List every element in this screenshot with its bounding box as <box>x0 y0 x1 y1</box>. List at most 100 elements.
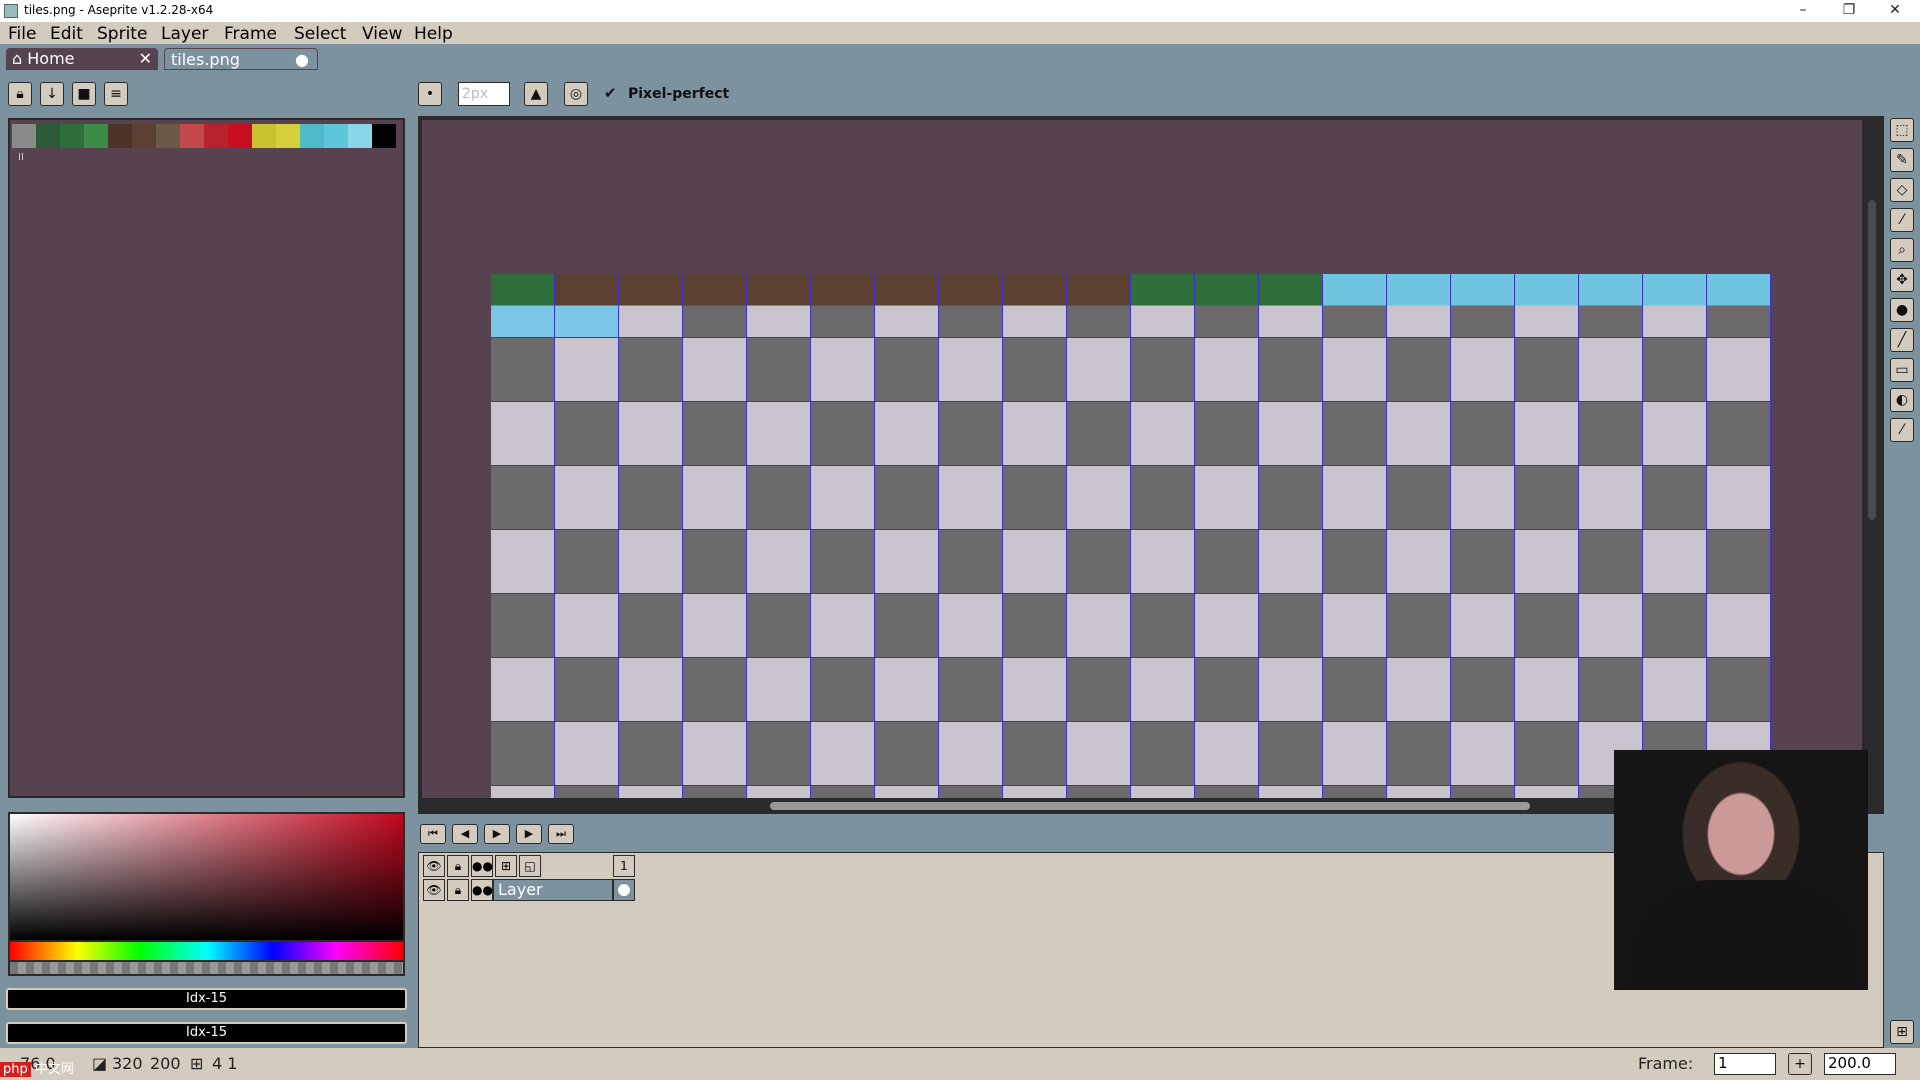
grid-tile[interactable] <box>1195 466 1259 530</box>
grid-tile[interactable] <box>811 658 875 722</box>
prev-frame-icon[interactable]: ◀ <box>452 824 478 844</box>
grid-tile[interactable] <box>619 786 683 798</box>
grid-tile[interactable] <box>1067 722 1131 786</box>
grid-tile[interactable] <box>1323 722 1387 786</box>
grid-tile[interactable] <box>619 594 683 658</box>
grid-tile[interactable] <box>1579 338 1643 402</box>
frame-input[interactable]: 1 <box>1714 1053 1776 1075</box>
grid-tile[interactable] <box>1643 274 1707 338</box>
brush-type-icon[interactable]: • <box>418 82 442 106</box>
grid-tile[interactable] <box>1067 402 1131 466</box>
grid-tile[interactable] <box>1451 722 1515 786</box>
grid-tile[interactable] <box>619 722 683 786</box>
grid-tile[interactable] <box>555 722 619 786</box>
grid-tile[interactable] <box>747 530 811 594</box>
grid-tile[interactable] <box>1515 530 1579 594</box>
grid-tile[interactable] <box>811 786 875 798</box>
grid-tile[interactable] <box>1259 402 1323 466</box>
grid-tile[interactable] <box>1003 530 1067 594</box>
grid-tile[interactable] <box>1259 466 1323 530</box>
grid-tile[interactable] <box>1707 338 1771 402</box>
grid-tile[interactable] <box>1067 786 1131 798</box>
palette-swatch[interactable] <box>60 124 84 148</box>
grid-tile[interactable] <box>747 594 811 658</box>
saturation-value-picker[interactable] <box>8 812 405 942</box>
grid-tile[interactable] <box>811 722 875 786</box>
grid-tile[interactable] <box>1259 338 1323 402</box>
square-icon[interactable]: ■ <box>72 82 96 106</box>
grid-tile[interactable] <box>1259 274 1323 338</box>
menu-sprite[interactable]: Sprite <box>97 24 147 44</box>
grid-tile[interactable] <box>1579 402 1643 466</box>
grid-tile[interactable] <box>683 594 747 658</box>
grid-tile[interactable] <box>619 658 683 722</box>
grid-tile[interactable] <box>683 658 747 722</box>
next-frame-icon[interactable]: ▶ <box>516 824 542 844</box>
palette-swatch[interactable] <box>324 124 348 148</box>
minimize-icon[interactable]: – <box>1780 0 1826 22</box>
grid-tile[interactable] <box>1067 594 1131 658</box>
grid-tile[interactable] <box>1387 530 1451 594</box>
tab-close-icon[interactable]: ✕ <box>139 48 152 70</box>
grid-tile[interactable] <box>811 274 875 338</box>
checkmark-icon[interactable]: ✔ <box>604 84 617 102</box>
palette-swatch[interactable] <box>300 124 324 148</box>
grid-tile[interactable] <box>619 274 683 338</box>
grid-tile[interactable] <box>1131 530 1195 594</box>
grid-tile[interactable] <box>1707 658 1771 722</box>
grid-tile[interactable] <box>939 786 1003 798</box>
grid-tile[interactable] <box>747 402 811 466</box>
grid-tile[interactable] <box>1003 466 1067 530</box>
grid-tile[interactable] <box>1707 466 1771 530</box>
grid-tile[interactable] <box>1323 466 1387 530</box>
contour-icon[interactable]: ◐ <box>1890 388 1914 412</box>
grid-tile[interactable] <box>875 402 939 466</box>
grid-tile[interactable] <box>875 274 939 338</box>
grid-tile[interactable] <box>491 786 555 798</box>
grid-tile[interactable] <box>1131 786 1195 798</box>
grid-tile[interactable] <box>1323 274 1387 338</box>
grid-tile[interactable] <box>1707 530 1771 594</box>
grid-tile[interactable] <box>491 402 555 466</box>
fill-icon[interactable]: ● <box>1890 298 1914 322</box>
grid-tile[interactable] <box>1323 786 1387 798</box>
grid-tile[interactable] <box>619 466 683 530</box>
grid-tile[interactable] <box>939 530 1003 594</box>
grid-tile[interactable] <box>1643 594 1707 658</box>
layer-visibility-icon[interactable]: 👁︎ <box>423 879 445 901</box>
grid-tile[interactable] <box>811 466 875 530</box>
eraser-icon[interactable]: ◇ <box>1890 178 1914 202</box>
tab-home[interactable]: ⌂ Home ✕ <box>6 48 158 70</box>
background-color-field[interactable]: Idx-15 <box>6 1022 407 1044</box>
menu-file[interactable]: File <box>8 24 36 44</box>
grid-tile[interactable] <box>875 530 939 594</box>
menu-help[interactable]: Help <box>414 24 453 44</box>
grid-tile[interactable] <box>1259 658 1323 722</box>
grid-tile[interactable] <box>683 274 747 338</box>
grid-tile[interactable] <box>1067 658 1131 722</box>
brush-size-input[interactable]: 2px <box>458 82 510 106</box>
foreground-color-field[interactable]: Idx-15 <box>6 988 407 1010</box>
menu-select[interactable]: Select <box>294 24 346 44</box>
grid-tile[interactable] <box>491 338 555 402</box>
grid-tile[interactable] <box>683 338 747 402</box>
vertical-scrollbar[interactable] <box>1868 200 1876 520</box>
grid-tile[interactable] <box>1387 466 1451 530</box>
restore-icon[interactable]: ❐ <box>1826 0 1872 22</box>
grid-tile[interactable] <box>1707 594 1771 658</box>
dynamics-icon[interactable]: ◎ <box>564 82 588 106</box>
palette-swatch[interactable] <box>348 124 372 148</box>
grid-tile[interactable] <box>1323 594 1387 658</box>
grid-tile[interactable] <box>1323 658 1387 722</box>
grid-tile[interactable] <box>939 338 1003 402</box>
last-frame-icon[interactable]: ⏭ <box>548 824 574 844</box>
zoom-input[interactable]: 200.0 <box>1824 1053 1896 1075</box>
grid-tile[interactable] <box>1451 274 1515 338</box>
palette-swatch[interactable] <box>36 124 60 148</box>
grid-tile[interactable] <box>1387 722 1451 786</box>
onion-skin-icon[interactable]: ◱ <box>519 855 541 877</box>
marquee-icon[interactable]: ⬚ <box>1890 118 1914 142</box>
grid-tile[interactable] <box>1387 658 1451 722</box>
grid-tile[interactable] <box>491 658 555 722</box>
grid-tile[interactable] <box>555 274 619 338</box>
